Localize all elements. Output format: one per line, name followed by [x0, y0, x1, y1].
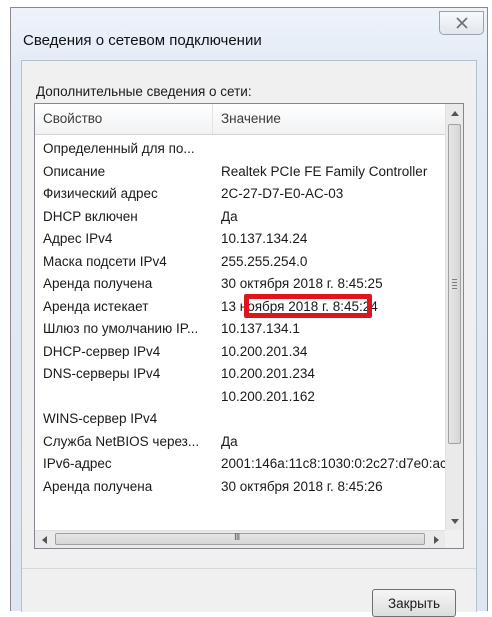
- table-row[interactable]: 10.200.201.162: [35, 386, 445, 409]
- arrow-up-icon: [450, 110, 459, 116]
- table-row[interactable]: Описание Realtek PCIe FE Family Controlle…: [35, 161, 445, 184]
- property-cell: Шлюз по умолчанию IP...: [43, 321, 199, 336]
- table-row[interactable]: IPv6-адрес 2001:146a:11c8:1030:0:2c27:d7e…: [35, 453, 445, 476]
- horizontal-scrollbar[interactable]: III: [35, 530, 445, 548]
- value-cell: 10.200.201.162: [221, 388, 315, 404]
- vertical-scroll-thumb[interactable]: [448, 124, 461, 444]
- scroll-up-button[interactable]: [446, 104, 463, 122]
- section-label: Дополнительные сведения о сети:: [36, 84, 252, 99]
- close-button[interactable]: Закрыть: [372, 589, 456, 617]
- property-cell: DHCP включен: [43, 208, 138, 224]
- table-row[interactable]: Шлюз по умолчанию IP... 10.137.134.1: [35, 318, 445, 341]
- table-row[interactable]: DHCP включен Да: [35, 206, 445, 229]
- dialog-window: Сведения о сетевом подключении Дополните…: [10, 7, 488, 617]
- scroll-right-button[interactable]: [427, 531, 445, 548]
- value-cell: Realtek PCIe FE Family Controller: [221, 163, 428, 179]
- property-cell: Аренда получена: [43, 276, 153, 291]
- list-header: Свойство Значение: [35, 104, 445, 135]
- table-row[interactable]: DNS-серверы IPv4 10.200.201.234: [35, 363, 445, 386]
- table-row[interactable]: WINS-сервер IPv4: [35, 408, 445, 431]
- property-cell: IPv6-адрес: [43, 456, 112, 471]
- table-row[interactable]: Служба NetBIOS через... Да: [35, 431, 445, 454]
- footer-divider: [22, 568, 476, 569]
- scroll-grip-glyph: III: [234, 532, 240, 543]
- column-header-property[interactable]: Свойство: [35, 104, 213, 134]
- property-cell: Адрес IPv4: [43, 231, 113, 246]
- property-cell: Описание: [43, 163, 106, 179]
- value-cell: Да: [221, 433, 238, 449]
- value-cell: 30 октября 2018 г. 8:45:26: [221, 478, 383, 494]
- value-cell: 2C-27-D7-E0-AC-03: [221, 186, 344, 201]
- property-cell: DHCP-сервер IPv4: [43, 343, 161, 359]
- property-cell: Маска подсети IPv4: [43, 253, 167, 269]
- window-close-button[interactable]: [439, 11, 484, 35]
- column-header-value[interactable]: Значение: [213, 104, 448, 134]
- property-cell: Физический адрес: [43, 186, 158, 201]
- property-cell: WINS-сервер IPv4: [43, 411, 158, 426]
- table-row[interactable]: Определенный для по...: [35, 138, 445, 161]
- window-title: Сведения о сетевом подключении: [23, 32, 262, 49]
- value-cell: 10.137.134.24: [221, 231, 308, 246]
- value-cell: 255.255.254.0: [221, 253, 308, 269]
- scroll-left-button[interactable]: [35, 531, 53, 548]
- title-bar: Сведения о сетевом подключении: [11, 8, 487, 60]
- table-row[interactable]: Аренда получена 30 октября 2018 г. 8:45:2…: [35, 273, 445, 296]
- value-cell: 30 октября 2018 г. 8:45:25: [221, 276, 383, 291]
- value-cell: Да: [221, 208, 238, 224]
- table-row[interactable]: Аренда получена 30 октября 2018 г. 8:45:2…: [35, 476, 445, 499]
- table-row[interactable]: Физический адрес 2C-27-D7-E0-AC-03: [35, 183, 445, 206]
- table-row[interactable]: Адрес IPv4 10.137.134.24: [35, 228, 445, 251]
- dialog-client-area: Дополнительные сведения о сети: Свойство…: [21, 60, 477, 617]
- close-icon: [456, 17, 468, 29]
- table-row[interactable]: Маска подсети IPv4 255.255.254.0: [35, 251, 445, 274]
- list-rows: Определенный для по... Описание Realtek PC…: [35, 138, 445, 530]
- ipv4-highlight-box: [244, 294, 372, 318]
- arrow-down-icon: [450, 518, 459, 524]
- property-cell: Аренда получена: [43, 478, 153, 494]
- horizontal-scroll-thumb[interactable]: III: [55, 532, 425, 545]
- vertical-scrollbar[interactable]: [445, 104, 463, 530]
- arrow-left-icon: [41, 535, 47, 544]
- arrow-right-icon: [433, 535, 439, 544]
- property-cell: Определенный для по...: [43, 141, 195, 156]
- value-cell: 10.137.134.1: [221, 321, 300, 336]
- table-row[interactable]: Аренда истекает 13 ноября 2018 г. 8:45:24: [35, 296, 445, 319]
- scrollbar-corner: [445, 530, 463, 548]
- properties-list[interactable]: Свойство Значение Определенный для по...…: [34, 103, 464, 549]
- property-cell: Аренда истекает: [43, 298, 149, 314]
- scroll-down-button[interactable]: [446, 512, 463, 530]
- value-cell: 2001:146a:11c8:1030:0:2c27:d7e0:ac03: [221, 456, 445, 471]
- value-cell: 10.200.201.234: [221, 366, 315, 381]
- property-cell: DNS-серверы IPv4: [43, 366, 161, 381]
- value-cell: 10.200.201.34: [221, 343, 308, 359]
- property-cell: Служба NetBIOS через...: [43, 433, 200, 449]
- table-row[interactable]: DHCP-сервер IPv4 10.200.201.34: [35, 341, 445, 364]
